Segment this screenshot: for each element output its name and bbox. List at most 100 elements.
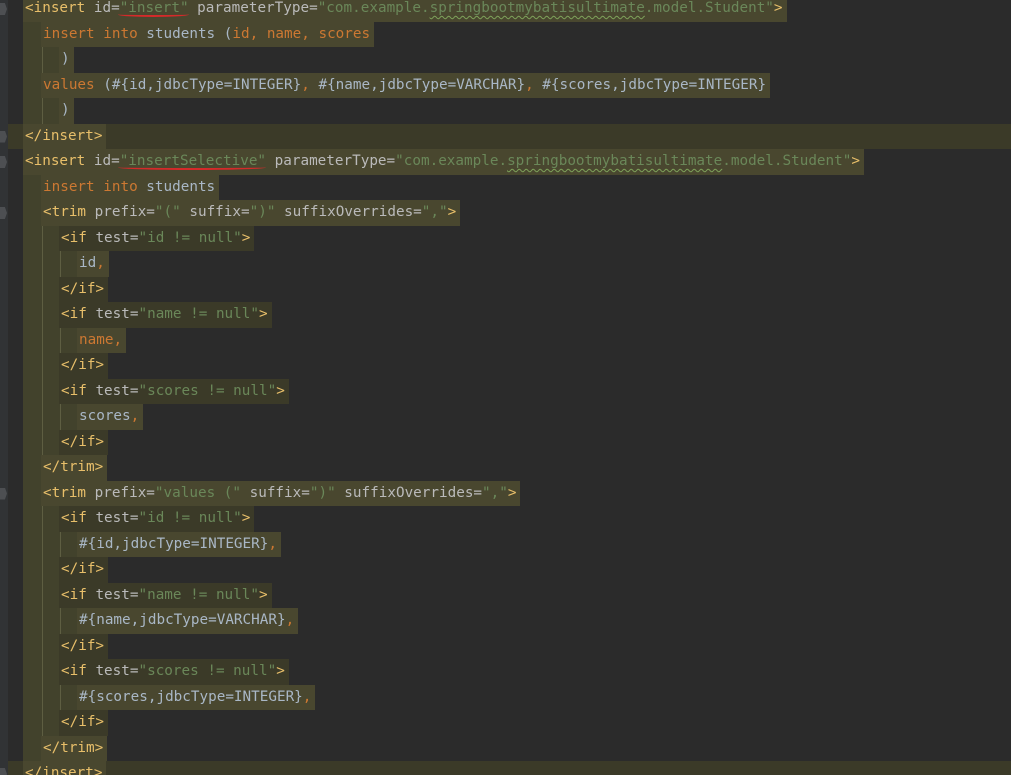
indent-guide — [42, 225, 43, 251]
token-attr: test= — [95, 229, 139, 246]
line-highlight — [8, 123, 1011, 149]
fold-marker-icon[interactable] — [0, 768, 7, 775]
code-line[interactable]: #{name,jdbcType=VARCHAR}, — [0, 608, 1011, 634]
code-line[interactable]: #{id,jdbcType=INTEGER}, — [0, 531, 1011, 557]
token-str: "name != null" — [138, 586, 259, 603]
code-line[interactable]: </insert> — [0, 123, 1011, 149]
code-line[interactable]: </if> — [0, 276, 1011, 303]
code-line[interactable]: <if test="name != null"> — [0, 582, 1011, 608]
code-line[interactable]: insert into students (id, name, scores — [0, 21, 1011, 47]
code-text: </trim> — [43, 736, 103, 762]
token-str: ")" — [249, 204, 276, 220]
code-line[interactable]: <if test="scores != null"> — [0, 659, 1011, 685]
code-text: values (#{id,jdbcType=INTEGER}, #{name,j… — [43, 73, 766, 99]
token-tag: > — [276, 663, 285, 679]
code-line[interactable]: <if test="scores != null"> — [0, 378, 1011, 404]
token-tag: </if> — [61, 561, 105, 577]
code-text: <trim prefix="values (" suffix=")" suffi… — [43, 481, 516, 507]
token-tag: > — [259, 586, 268, 603]
indent-guide — [60, 251, 61, 277]
token-plain: #{name,jdbcType=VARCHAR} — [318, 76, 526, 93]
token-tag: > — [259, 306, 268, 322]
fold-marker-icon[interactable] — [0, 156, 7, 168]
code-line[interactable]: </if> — [0, 429, 1011, 455]
token-plain: id — [79, 255, 97, 271]
code-text: </trim> — [43, 455, 103, 481]
token-plain: #{id,jdbcType=INTEGER} — [79, 535, 269, 552]
indent-guide — [42, 429, 43, 455]
token-tag: </if> — [61, 714, 105, 730]
token-attr: test= — [95, 663, 139, 679]
token-tag: </trim> — [43, 739, 104, 756]
token-tag: <trim — [43, 204, 95, 220]
token-plain: ) — [61, 102, 70, 118]
code-line[interactable]: name, — [0, 327, 1011, 353]
code-text: #{name,jdbcType=VARCHAR}, — [79, 608, 294, 634]
code-line[interactable]: <if test="name != null"> — [0, 302, 1011, 328]
token-punct: , — [130, 408, 140, 424]
indent-guide — [60, 531, 61, 557]
code-line[interactable]: </insert> — [0, 761, 1011, 775]
code-line[interactable]: </trim> — [0, 455, 1011, 481]
code-line[interactable]: ) — [0, 47, 1011, 73]
indent-guide — [42, 582, 43, 608]
indent-band — [23, 455, 43, 481]
code-line[interactable]: </if> — [0, 710, 1011, 736]
token-tag: > — [447, 204, 457, 220]
editor-gutter[interactable] — [0, 0, 8, 775]
code-line[interactable]: scores, — [0, 404, 1011, 430]
code-line[interactable]: <if test="id != null"> — [0, 506, 1011, 532]
code-text: <if test="id != null"> — [61, 226, 250, 252]
code-text: ) — [61, 98, 70, 124]
code-text: <trim prefix="(" suffix=")" suffixOverri… — [43, 200, 456, 226]
code-text: #{scores,jdbcType=INTEGER}, — [79, 685, 311, 711]
code-line[interactable]: insert into students — [0, 174, 1011, 200]
code-text: <insert id="insertSelective" parameterTy… — [25, 149, 860, 175]
token-tag: <if — [61, 663, 96, 679]
code-line[interactable]: id, — [0, 251, 1011, 277]
token-sql: values — [43, 76, 104, 93]
code-line[interactable]: </trim> — [0, 735, 1011, 762]
token-tag: <if — [61, 586, 96, 603]
indent-band — [23, 200, 43, 226]
code-line[interactable]: values (#{id,jdbcType=INTEGER}, #{name,j… — [0, 72, 1011, 99]
code-line[interactable]: </if> — [0, 353, 1011, 379]
token-tag: <if — [61, 382, 96, 399]
indent-guide — [42, 353, 43, 379]
token-punct: , — [302, 688, 312, 705]
token-plain: #{scores,jdbcType=INTEGER} — [542, 76, 767, 93]
code-line[interactable]: <if test="id != null"> — [0, 225, 1011, 252]
code-line[interactable]: #{scores,jdbcType=INTEGER}, — [0, 684, 1011, 711]
code-text: </insert> — [25, 761, 102, 775]
indent-guide — [42, 276, 43, 302]
fold-marker-icon[interactable] — [0, 130, 7, 143]
token-str: .model.Student" — [722, 153, 852, 169]
code-line[interactable]: </if> — [0, 557, 1011, 583]
token-sql: scores — [318, 25, 371, 42]
fold-marker-icon[interactable] — [0, 487, 7, 500]
code-line[interactable]: <insert id="insert" parameterType="com.e… — [0, 0, 1011, 22]
code-line[interactable]: </if> — [0, 633, 1011, 659]
code-text: <if test="id != null"> — [61, 506, 250, 532]
fold-marker-icon[interactable] — [0, 3, 7, 15]
token-tag: > — [241, 229, 251, 246]
code-editor[interactable]: <insert id="insert" parameterType="com.e… — [0, 0, 1011, 775]
token-str: "id != null" — [138, 510, 242, 526]
token-str: "com.example. — [395, 153, 508, 169]
token-plain: students — [146, 178, 216, 195]
code-line[interactable]: <insert id="insertSelective" parameterTy… — [0, 149, 1011, 175]
token-strsq: springbootmybatisultimate — [429, 0, 645, 16]
token-str: ")" — [309, 484, 336, 501]
code-line[interactable]: <trim prefix="(" suffix=")" suffixOverri… — [0, 200, 1011, 226]
fold-marker-icon[interactable] — [0, 207, 7, 219]
token-tag: </if> — [61, 357, 105, 373]
indent-guide — [42, 404, 43, 430]
token-attr: suffixOverrides= — [275, 204, 422, 220]
code-line[interactable]: ) — [0, 98, 1011, 124]
token-tag: </if> — [61, 433, 105, 450]
code-line[interactable]: <trim prefix="values (" suffix=")" suffi… — [0, 480, 1011, 507]
token-str: "scores != null" — [138, 663, 277, 679]
code-text: </if> — [61, 277, 104, 303]
token-attr: suffixOverrides= — [335, 484, 483, 501]
indent-guide — [42, 302, 43, 328]
